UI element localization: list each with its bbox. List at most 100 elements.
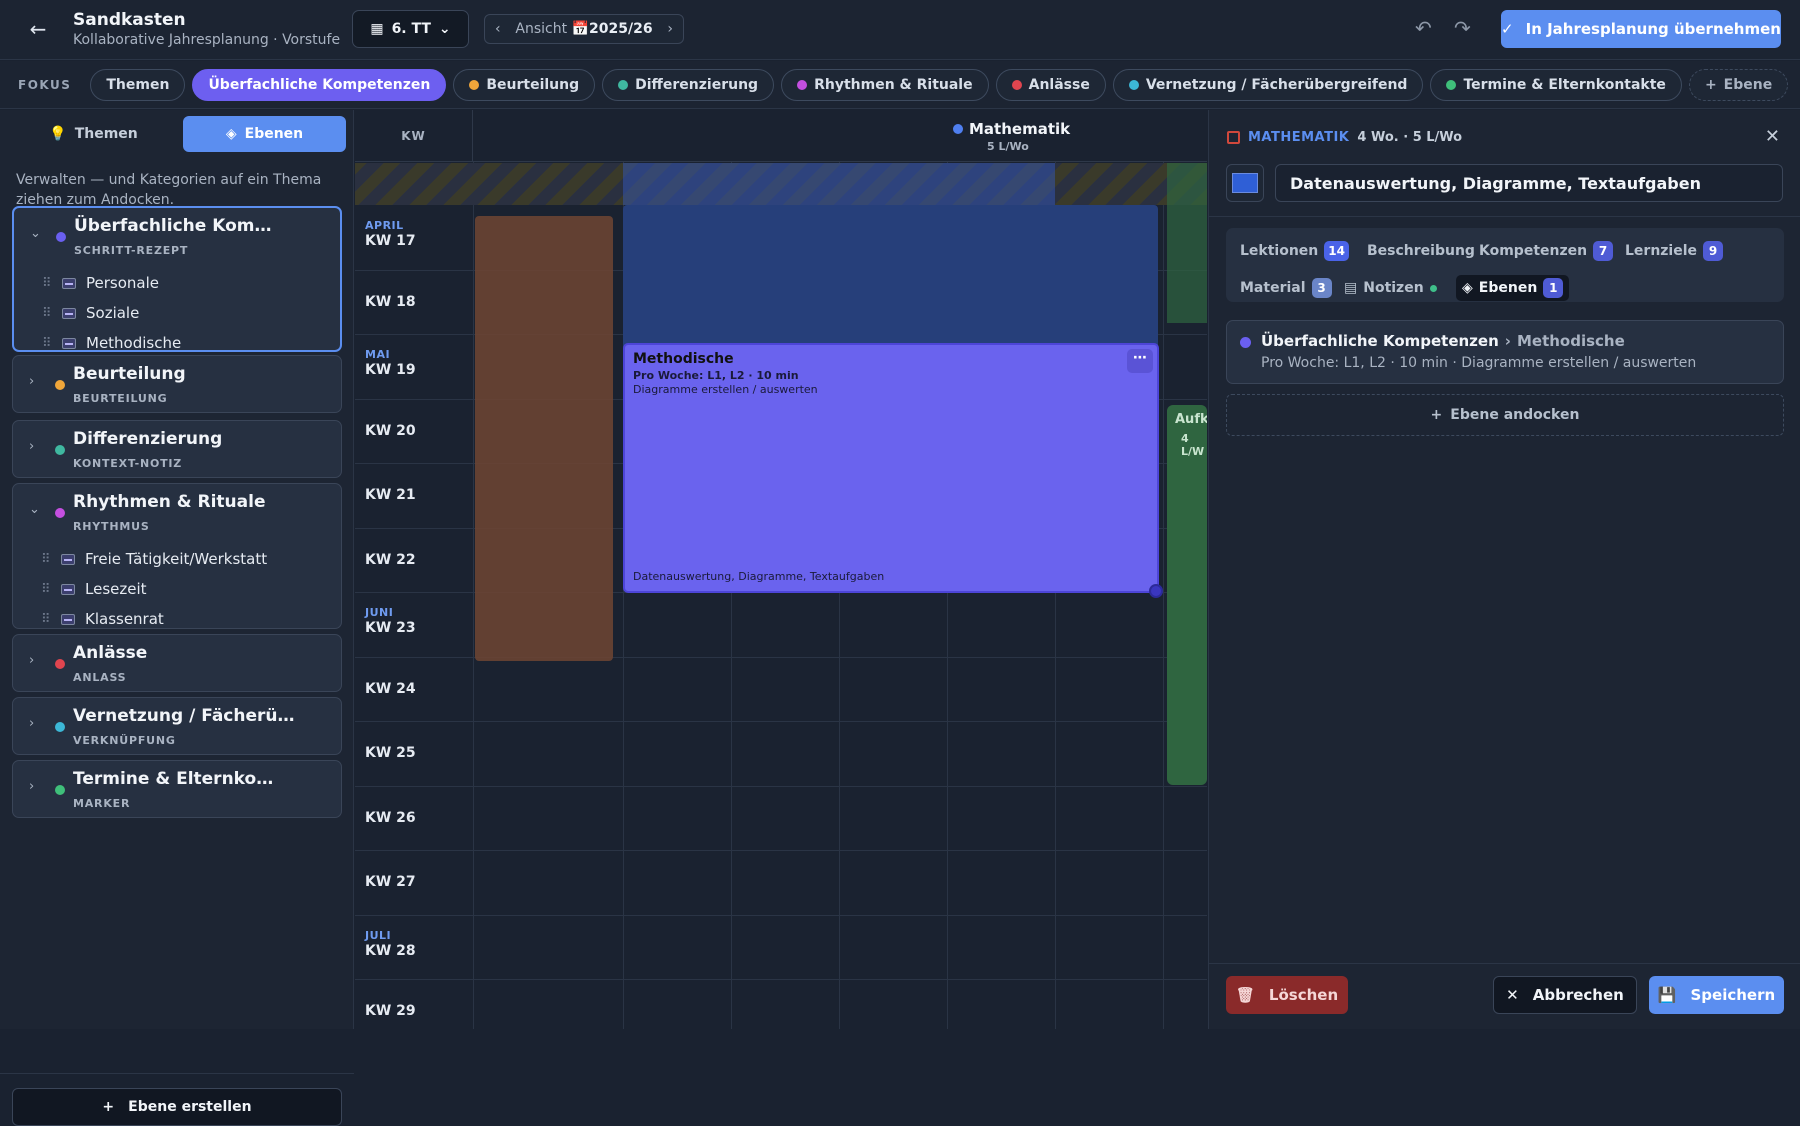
week-label: KW 24 (365, 680, 416, 697)
focus-chip-label: Beurteilung (486, 76, 580, 93)
cancel-button[interactable]: ✕ Abbrechen (1493, 976, 1637, 1014)
tab-material[interactable]: Material 3 (1234, 275, 1338, 301)
category-icon (62, 277, 76, 289)
week-label: KW 23 (365, 620, 416, 636)
layer-category-label: Methodische (86, 334, 182, 352)
lightbulb-icon: 💡 (49, 126, 67, 142)
adopt-to-yearplan-button[interactable]: ✓ In Jahresplanung übernehmen (1501, 10, 1781, 48)
focus-chip[interactable]: Rhythmen & Rituale (781, 68, 989, 101)
focus-chip[interactable]: Beurteilung (453, 68, 596, 101)
close-icon[interactable]: ✕ (1765, 126, 1780, 147)
layer-category-item[interactable]: ⠿ Methodische (42, 330, 332, 356)
topic-name-input[interactable] (1275, 164, 1783, 202)
chevron-right-icon[interactable]: › (29, 374, 34, 389)
chevron-down-icon[interactable]: ⌄ (30, 226, 41, 241)
layer-card[interactable]: ⌄ Überfachliche Kom… SCHRITT-REZEPT ⠿ Person… (12, 206, 342, 352)
week-label: KW 19 (365, 362, 416, 378)
layer-card[interactable]: › Differenzierung KONTEXT-NOTIZ (12, 420, 342, 478)
layer-card[interactable]: › Vernetzung / Fächerü… VERKNÜPFUNG (12, 697, 342, 755)
add-layer-chip-label: Ebene (1723, 76, 1773, 93)
tab-notes[interactable]: ▤ Notizen (1338, 275, 1443, 301)
layer-category-item[interactable]: ⠿ Lesezeit (41, 576, 331, 602)
tab-lessons[interactable]: Lektionen 14 (1234, 238, 1355, 264)
drag-handle-icon[interactable]: ⠿ (41, 582, 51, 597)
view-year: 2025/26 (589, 21, 653, 37)
drag-handle-icon[interactable]: ⠿ (42, 306, 52, 321)
layer-card-title: Anlässe (73, 643, 148, 663)
create-layer-button[interactable]: + Ebene erstellen (12, 1088, 342, 1126)
tab-goals[interactable]: Lernziele 9 (1619, 238, 1729, 264)
tab-lessons-label: Lektionen (1240, 243, 1319, 259)
layer-card[interactable]: ⌄ Rhythmen & Rituale RHYTHMUS ⠿ Freie Tätigk… (12, 483, 342, 629)
week-label: KW 29 (365, 1003, 416, 1019)
class-selector[interactable]: ▦ 6. TT ⌄ (352, 10, 469, 48)
tab-layers[interactable]: ◈ Ebenen (183, 116, 346, 152)
redo-icon[interactable]: ↷ (1454, 16, 1471, 40)
planning-grid: KW Mathematik 5 L/Wo Aufk 4 L/W Methodis… (355, 110, 1207, 1029)
tab-competencies[interactable]: Kompetenzen 7 (1473, 238, 1619, 264)
detail-tabs: Lektionen 14 Beschreibung Kompetenzen 7 Le… (1226, 228, 1784, 302)
plus-icon: + (1704, 76, 1717, 93)
tab-description[interactable]: Beschreibung (1361, 238, 1481, 264)
focus-chip[interactable]: Anlässe (995, 68, 1106, 101)
subject-dot (953, 124, 963, 134)
chevron-left-icon[interactable]: ‹ (495, 21, 501, 37)
layer-color-dot (55, 508, 65, 518)
undo-icon[interactable]: ↶ (1415, 16, 1432, 40)
focus-chip[interactable]: Differenzierung (602, 68, 775, 101)
layer-category-item[interactable]: ⠿ Freie Tätigkeit/Werkstatt (41, 546, 331, 572)
chevron-right-icon[interactable]: › (29, 779, 34, 794)
chevron-down-icon[interactable]: ⌄ (29, 502, 40, 517)
chevron-right-icon[interactable]: › (667, 21, 673, 37)
chip-color-dot (797, 79, 808, 90)
layer-category-item[interactable]: ⠿ Personale (42, 270, 332, 296)
add-layer-chip[interactable]: + Ebene (1688, 68, 1789, 101)
grid-row-line (355, 850, 1207, 851)
delete-button[interactable]: 🗑 Löschen (1226, 976, 1348, 1014)
tab-themes[interactable]: 💡 Themen (12, 116, 175, 152)
week-label: KW 20 (365, 422, 416, 439)
adopt-button-label: In Jahresplanung übernehmen (1525, 20, 1781, 38)
focus-chip[interactable]: Vernetzung / Fächerübergreifend (1112, 68, 1424, 101)
layer-card[interactable]: › Beurteilung BEURTEILUNG (12, 355, 342, 413)
layer-card[interactable]: › Termine & Elternko… MARKER (12, 760, 342, 818)
layers-icon: ◈ (225, 126, 237, 142)
focus-chip-label: Differenzierung (635, 76, 759, 93)
layer-parent: Überfachliche Kompetenzen (1261, 332, 1499, 350)
topic-block-brown[interactable] (475, 216, 613, 661)
focus-chip-label: Termine & Elternkontakte (1463, 76, 1666, 93)
week-label: KW 26 (365, 809, 416, 826)
layer-block-methodische[interactable]: Methodische Pro Woche: L1, L2 · 10 min D… (623, 343, 1159, 593)
chevron-right-icon[interactable]: › (29, 439, 34, 454)
save-button[interactable]: 💾 Speichern (1649, 976, 1784, 1014)
docked-layer-card[interactable]: Überfachliche Kompetenzen › Methodische Pr… (1226, 320, 1784, 384)
layer-category-item[interactable]: ⠿ Soziale (42, 300, 332, 326)
category-icon (62, 337, 76, 349)
layer-category-label: Soziale (86, 304, 140, 322)
grid-column-line (1163, 162, 1164, 1029)
chip-color-dot (1011, 79, 1022, 90)
chevron-right-icon[interactable]: › (29, 653, 34, 668)
focus-label: FOKUS (18, 77, 72, 92)
layer-description: Pro Woche: L1, L2 · 10 min · Diagramme e… (1261, 355, 1697, 371)
sidebar-hint: Verwalten — und Kategorien auf ein Thema… (16, 172, 322, 208)
focus-chip[interactable]: Termine & Elternkontakte (1430, 68, 1682, 101)
layer-card[interactable]: › Anlässe ANLASS (12, 634, 342, 692)
layer-card-title: Rhythmen & Rituale (73, 492, 266, 512)
notes-indicator-dot (1429, 284, 1437, 292)
topic-block-green[interactable] (1167, 405, 1207, 785)
focus-chip[interactable]: Überfachliche Kompetenzen (192, 68, 447, 101)
drag-handle-icon[interactable]: ⠿ (41, 612, 51, 627)
tab-layers-detail[interactable]: ◈ Ebenen 1 (1456, 275, 1570, 301)
back-arrow-icon[interactable]: ← (26, 18, 50, 42)
layer-category-item[interactable]: ⠿ Klassenrat (41, 606, 331, 632)
resize-handle[interactable] (1149, 584, 1163, 598)
drag-handle-icon[interactable]: ⠿ (41, 552, 51, 567)
color-picker[interactable] (1226, 164, 1264, 202)
focus-chip[interactable]: Themen (90, 68, 186, 101)
chevron-right-icon[interactable]: › (29, 716, 34, 731)
dock-layer-button[interactable]: + Ebene andocken (1226, 394, 1784, 436)
drag-handle-icon[interactable]: ⠿ (42, 336, 52, 351)
more-options-icon[interactable]: ⋯ (1127, 349, 1153, 373)
drag-handle-icon[interactable]: ⠿ (42, 276, 52, 291)
